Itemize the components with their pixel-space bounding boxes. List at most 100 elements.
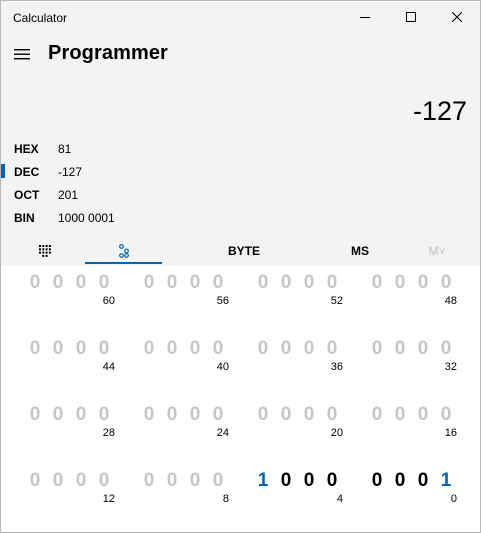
title-bar[interactable]: Calculator	[1, 1, 480, 33]
bit-toggle[interactable]: 0	[162, 332, 182, 366]
bit-toggle[interactable]: 0	[299, 398, 319, 432]
radix-dec[interactable]: DEC -127	[1, 161, 301, 184]
bit-toggle[interactable]: 0	[162, 398, 182, 432]
bit-toggle[interactable]: 0	[48, 464, 68, 498]
radix-hex[interactable]: HEX 81	[1, 138, 301, 161]
bit-toggle[interactable]: 0	[25, 464, 45, 498]
full-keypad-tab[interactable]	[9, 238, 81, 264]
bit-position-label: 20	[330, 427, 343, 439]
bit-position-label: 52	[330, 295, 343, 307]
bit-toggle[interactable]: 0	[413, 266, 433, 300]
radix-label: HEX	[14, 142, 39, 156]
bit-toggle[interactable]: 0	[48, 398, 68, 432]
minimize-button[interactable]	[342, 1, 388, 33]
bit-toggle[interactable]: 0	[139, 332, 159, 366]
bit-toggle[interactable]: 0	[139, 398, 159, 432]
word-size-button[interactable]: BYTE	[168, 238, 320, 264]
bit-toggle[interactable]: 0	[253, 398, 273, 432]
memory-view-button[interactable]: M˅	[401, 238, 473, 264]
bit-row: 0 0 0 0 44 0 0 0 0 40 0 0 0 0 36 0 0 0 0…	[1, 332, 480, 392]
radix-value: 81	[58, 142, 72, 156]
bit-toggle[interactable]: 1	[253, 464, 273, 498]
hamburger-icon	[14, 49, 30, 60]
bit-toggle-tab[interactable]	[85, 238, 162, 264]
bit-toggle[interactable]: 0	[185, 332, 205, 366]
bit-position-label: 12	[102, 493, 115, 505]
keypad-grid-icon	[39, 245, 51, 257]
bit-toggle[interactable]: 0	[25, 266, 45, 300]
bit-toggle[interactable]: 0	[185, 398, 205, 432]
bit-toggle[interactable]: 0	[390, 332, 410, 366]
bit-group: 0 0 0 0 8	[127, 464, 235, 524]
bit-toggle[interactable]: 0	[367, 398, 387, 432]
radix-label: OCT	[14, 188, 40, 202]
bit-toggle[interactable]: 0	[253, 332, 273, 366]
bit-toggle[interactable]: 0	[162, 464, 182, 498]
active-tab-underline	[85, 262, 162, 264]
bit-position-label: 60	[102, 295, 115, 307]
bit-position-label: 56	[216, 295, 229, 307]
radix-oct[interactable]: OCT 201	[1, 184, 301, 207]
bit-toggle[interactable]: 0	[413, 398, 433, 432]
bit-toggle[interactable]: 0	[48, 266, 68, 300]
bit-group: 1 0 0 0 4	[241, 464, 349, 524]
selection-indicator	[1, 164, 5, 178]
bit-toggle[interactable]: 0	[253, 266, 273, 300]
radix-value: 1000 0001	[58, 211, 115, 225]
bit-toggle[interactable]: 0	[390, 464, 410, 498]
bit-toggle[interactable]: 0	[276, 464, 296, 498]
bit-toggle[interactable]: 0	[25, 398, 45, 432]
bit-group: 0 0 0 0 12	[13, 464, 121, 524]
bit-toggle[interactable]: 0	[413, 464, 433, 498]
bit-toggle[interactable]: 0	[390, 266, 410, 300]
bit-position-label: 36	[330, 361, 343, 373]
radix-label: BIN	[14, 211, 35, 225]
bit-toggle[interactable]: 0	[390, 398, 410, 432]
bit-row: 0 0 0 0 28 0 0 0 0 24 0 0 0 0 20 0 0 0 0…	[1, 398, 480, 458]
bit-position-label: 48	[444, 295, 457, 307]
bit-group: 0 0 0 0 20	[241, 398, 349, 458]
bit-position-label: 28	[102, 427, 115, 439]
radix-value: -127	[58, 165, 83, 179]
bit-toggle[interactable]: 0	[185, 266, 205, 300]
bit-toggle[interactable]: 0	[25, 332, 45, 366]
bit-row: 0 0 0 0 12 0 0 0 0 8 1 0 0 0 4 0 0 0 1 0	[1, 464, 480, 524]
memory-store-button[interactable]: MS	[324, 238, 396, 264]
bit-position-label: 40	[216, 361, 229, 373]
bit-position-label: 44	[102, 361, 115, 373]
app-title: Calculator	[13, 11, 68, 25]
minimize-icon	[360, 17, 370, 18]
bit-toggle[interactable]: 0	[139, 464, 159, 498]
bit-group: 0 0 0 0 44	[13, 332, 121, 392]
radix-bin[interactable]: BIN 1000 0001	[1, 207, 301, 230]
bit-position-label: 24	[216, 427, 229, 439]
bit-toggle[interactable]: 0	[276, 266, 296, 300]
bit-toggle[interactable]: 0	[139, 266, 159, 300]
close-button[interactable]	[434, 1, 480, 33]
calculator-window: Calculator Programmer -127 HEX 81 DEC -1…	[0, 0, 481, 533]
bit-toggle[interactable]: 0	[367, 266, 387, 300]
bit-toggle[interactable]: 0	[71, 332, 91, 366]
navigation-menu-button[interactable]	[9, 41, 35, 67]
bit-row: 0 0 0 0 60 0 0 0 0 56 0 0 0 0 52 0 0 0 0…	[1, 266, 480, 326]
bit-toggle[interactable]: 0	[299, 464, 319, 498]
bit-toggle[interactable]: 0	[185, 464, 205, 498]
bit-toggle[interactable]: 0	[48, 332, 68, 366]
bit-toggle[interactable]: 0	[71, 266, 91, 300]
bit-group: 0 0 0 0 40	[127, 332, 235, 392]
bit-group: 0 0 0 0 56	[127, 266, 235, 326]
bit-toggle[interactable]: 0	[367, 332, 387, 366]
bit-toggle[interactable]: 0	[299, 332, 319, 366]
bit-group: 0 0 0 0 60	[13, 266, 121, 326]
bit-toggle[interactable]: 0	[276, 332, 296, 366]
radix-label: DEC	[14, 165, 40, 179]
bit-toggle[interactable]: 0	[299, 266, 319, 300]
bit-toggle[interactable]: 0	[367, 464, 387, 498]
bit-toggle[interactable]: 0	[276, 398, 296, 432]
radix-value: 201	[58, 188, 79, 202]
bit-toggle[interactable]: 0	[413, 332, 433, 366]
maximize-button[interactable]	[388, 1, 434, 33]
bit-toggle[interactable]: 0	[71, 464, 91, 498]
bit-toggle[interactable]: 0	[162, 266, 182, 300]
bit-toggle[interactable]: 0	[71, 398, 91, 432]
